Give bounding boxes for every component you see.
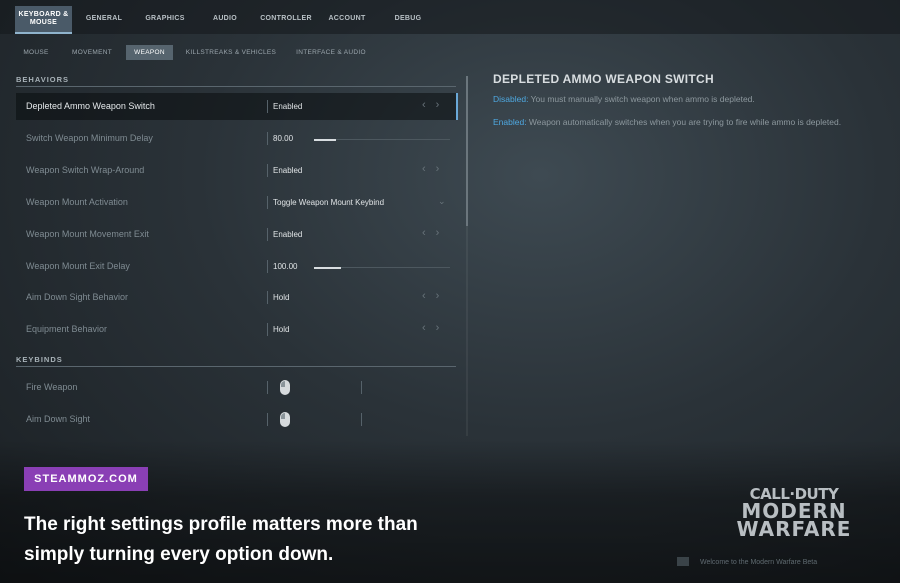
detail-title: DEPLETED AMMO WEAPON SWITCH	[493, 72, 714, 86]
cycle-arrows-icon[interactable]: ‹›	[422, 99, 449, 111]
setting-label: Weapon Mount Exit Delay	[26, 261, 130, 271]
slider-fill	[314, 266, 342, 269]
slider-fill	[314, 138, 336, 141]
row-separator	[267, 132, 268, 145]
keybind-label: Aim Down Sight	[26, 414, 91, 424]
setting-value: Enabled	[273, 230, 303, 239]
setting-row-weapon-mount-activation[interactable]: Weapon Mount Activation Toggle Weapon Mo…	[16, 189, 456, 216]
setting-label: Weapon Switch Wrap-Around	[26, 165, 145, 175]
row-separator	[361, 413, 362, 426]
detail-disabled-description: Disabled: You must manually switch weapo…	[493, 94, 873, 105]
keybind-row-aim-down-sight[interactable]: Aim Down Sight	[16, 406, 456, 433]
setting-row-weapon-mount-exit-delay[interactable]: Weapon Mount Exit Delay 100.00	[16, 253, 456, 280]
row-separator	[267, 100, 268, 113]
row-separator	[267, 196, 268, 209]
setting-row-equipment-behavior[interactable]: Equipment Behavior Hold ‹›	[16, 316, 456, 343]
welcome-icon	[677, 557, 689, 566]
site-badge: STEAMMOZ.COM	[24, 467, 148, 491]
setting-row-switch-weapon-minimum-delay[interactable]: Switch Weapon Minimum Delay 80.00	[16, 125, 456, 152]
chevron-down-icon[interactable]: ⌄	[438, 196, 446, 207]
tab-account[interactable]: ACCOUNT	[322, 6, 372, 32]
subtab-mouse[interactable]: MOUSE	[16, 45, 56, 60]
setting-value: Hold	[273, 325, 290, 334]
setting-label: Weapon Mount Activation	[26, 197, 128, 207]
setting-label: Switch Weapon Minimum Delay	[26, 133, 153, 143]
section-keybinds-label: KEYBINDS	[16, 355, 63, 364]
detail-enabled-description: Enabled: Weapon automatically switches w…	[493, 117, 873, 128]
section-divider	[16, 86, 456, 87]
enabled-text: Weapon automatically switches when you a…	[526, 117, 842, 127]
disabled-text: You must manually switch weapon when amm…	[528, 94, 755, 104]
setting-value: 80.00	[273, 134, 294, 143]
setting-value: Hold	[273, 293, 290, 302]
row-separator	[361, 381, 362, 394]
welcome-message: Welcome to the Modern Warfare Beta	[700, 559, 818, 566]
setting-label: Equipment Behavior	[26, 324, 108, 334]
setting-value: Enabled	[273, 102, 303, 111]
disabled-key: Disabled:	[493, 94, 529, 104]
setting-row-weapon-switch-wrap-around[interactable]: Weapon Switch Wrap-Around Enabled ‹›	[16, 157, 456, 184]
mouse-left-click-icon[interactable]	[280, 380, 290, 395]
subtab-movement[interactable]: MOVEMENT	[64, 45, 120, 60]
article-caption: The right settings profile matters more …	[24, 514, 418, 565]
keybind-label: Fire Weapon	[26, 382, 78, 392]
cycle-arrows-icon[interactable]: ‹›	[422, 227, 449, 239]
row-separator	[267, 260, 268, 273]
cycle-arrows-icon[interactable]: ‹›	[422, 322, 449, 334]
section-divider	[16, 366, 456, 367]
scrollbar-thumb[interactable]	[466, 76, 468, 226]
cycle-arrows-icon[interactable]: ‹›	[422, 163, 449, 175]
tab-keyboard-mouse[interactable]: KEYBOARD & MOUSE	[15, 6, 72, 34]
setting-row-weapon-mount-movement-exit[interactable]: Weapon Mount Movement Exit Enabled ‹›	[16, 221, 456, 248]
setting-label: Weapon Mount Movement Exit	[26, 229, 149, 239]
row-separator	[267, 164, 268, 177]
setting-row-aim-down-sight-behavior[interactable]: Aim Down Sight Behavior Hold ‹›	[16, 284, 456, 311]
tab-controller[interactable]: CONTROLLER	[257, 6, 315, 32]
exit-delay-slider[interactable]	[314, 266, 450, 269]
row-separator	[267, 323, 268, 336]
tab-graphics[interactable]: GRAPHICS	[139, 6, 191, 32]
game-logo: CALL·DUTY MODERN WARFARE	[734, 486, 854, 541]
setting-row-depleted-ammo-weapon-switch[interactable]: Depleted Ammo Weapon Switch Enabled ‹›	[16, 93, 458, 120]
tab-audio[interactable]: AUDIO	[201, 6, 249, 32]
subtab-killstreaks-vehicles[interactable]: KILLSTREAKS & VEHICLES	[182, 45, 280, 60]
mouse-right-click-icon[interactable]	[280, 412, 290, 427]
setting-value: Toggle Weapon Mount Keybind	[273, 198, 385, 207]
tab-general[interactable]: GENERAL	[79, 6, 129, 32]
setting-value: 100.00	[273, 262, 298, 271]
setting-label: Aim Down Sight Behavior	[26, 292, 129, 302]
subtab-weapon[interactable]: WEAPON	[126, 45, 173, 60]
tab-debug[interactable]: DEBUG	[384, 6, 432, 32]
setting-value: Enabled	[273, 166, 303, 175]
logo-line-3: WARFARE	[736, 517, 852, 541]
section-behaviors-label: BEHAVIORS	[16, 75, 70, 84]
setting-label: Depleted Ammo Weapon Switch	[26, 101, 155, 111]
row-separator	[267, 228, 268, 241]
cycle-arrows-icon[interactable]: ‹›	[422, 290, 449, 302]
top-nav: KEYBOARD & MOUSE GENERAL GRAPHICS AUDIO …	[0, 0, 900, 34]
row-separator	[267, 381, 268, 394]
subtab-interface-audio[interactable]: INTERFACE & AUDIO	[291, 45, 371, 60]
row-separator	[267, 291, 268, 304]
row-separator	[267, 413, 268, 426]
enabled-key: Enabled:	[493, 117, 527, 127]
keybind-row-fire-weapon[interactable]: Fire Weapon	[16, 374, 456, 401]
delay-slider[interactable]	[314, 138, 450, 141]
